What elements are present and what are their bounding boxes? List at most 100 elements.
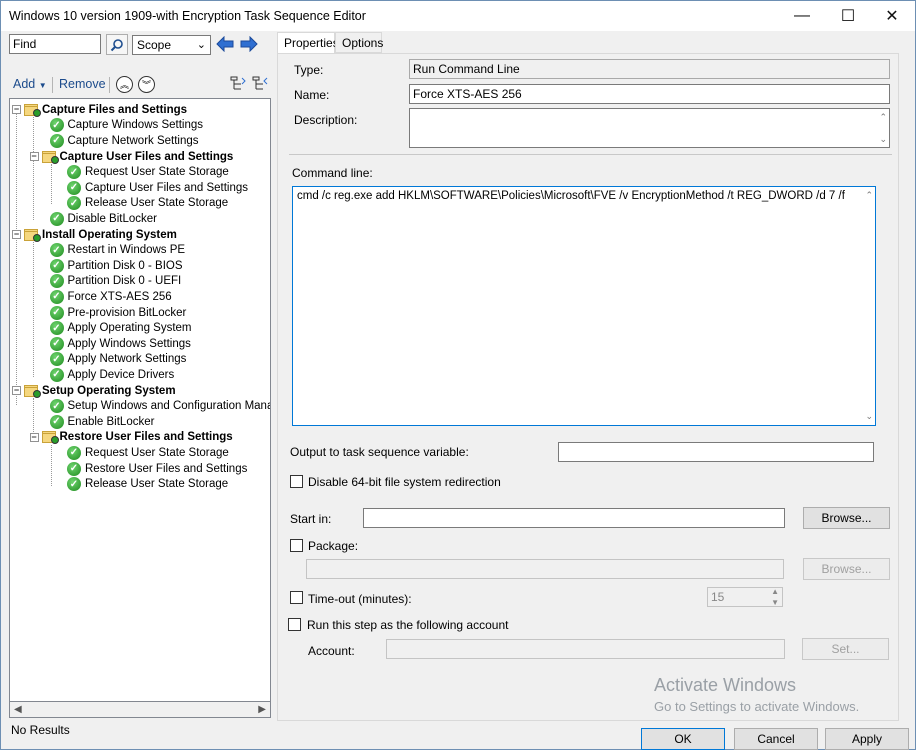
tree-item-label: Request User State Storage [85, 166, 229, 179]
tree-group-item[interactable]: − Restore User Files and Settings [29, 430, 233, 446]
checkmark-icon: ✓ [67, 196, 81, 211]
tab-options[interactable]: Options [335, 32, 383, 53]
tree-item-label: Setup Operating System [42, 384, 176, 397]
tree-step-item[interactable]: ✓ Release User State Storage [67, 476, 228, 492]
tree-step-item[interactable]: ✓ Apply Windows Settings [49, 336, 191, 352]
run-as-account-label: Run this step as the following account [307, 618, 509, 632]
checkmark-icon: ✓ [49, 414, 64, 429]
command-line-field[interactable]: cmd /c reg.exe add HKLM\SOFTWARE\Policie… [292, 186, 876, 426]
dropdown-arrow-icon: ▼ [38, 81, 47, 90]
tree-item-label: Apply Operating System [67, 322, 192, 335]
tree-item-label: Partition Disk 0 - UEFI [67, 275, 182, 288]
checkmark-icon: ✓ [49, 321, 64, 336]
minimize-button[interactable]: — [779, 1, 825, 31]
checkmark-icon: ✓ [67, 180, 81, 195]
account-field [386, 639, 785, 659]
checkmark-icon: ✓ [67, 165, 81, 180]
watermark-title: Activate Windows [654, 675, 797, 695]
tree-step-item[interactable]: ✓ Request User State Storage [67, 164, 229, 180]
run-as-account-checkbox[interactable] [288, 618, 301, 631]
maximize-icon: ☐ [840, 8, 856, 25]
find-input[interactable]: Find [9, 34, 101, 54]
tree-step-item[interactable]: ✓ Capture User Files and Settings [67, 180, 248, 196]
apply-button[interactable]: Apply [825, 728, 909, 750]
collapse-toggle-icon[interactable]: − [12, 105, 21, 115]
tree-step-item[interactable]: ✓ Capture Windows Settings [49, 118, 203, 134]
tree-item-label: Setup Windows and Configuration Manager [67, 400, 271, 413]
move-down-icon: ︾ [141, 80, 151, 90]
arrow-left-icon [216, 36, 234, 52]
tree-group-item[interactable]: − Install Operating System [12, 227, 177, 243]
tree-step-item[interactable]: ✓ Force XTS-AES 256 [49, 289, 172, 305]
collapse-toggle-icon[interactable]: − [12, 386, 21, 396]
package-field [306, 559, 784, 579]
scroll-down-icon[interactable]: ⌄ [865, 411, 873, 422]
activate-windows-watermark: Activate Windows Go to Settings to activ… [654, 675, 859, 714]
tree-step-item[interactable]: ✓ Capture Network Settings [49, 133, 199, 149]
watermark-subtitle: Go to Settings to activate Windows. [654, 699, 860, 714]
tree-horizontal-scrollbar[interactable]: ◀ ▶ [9, 701, 271, 718]
checkmark-icon: ✓ [49, 274, 64, 289]
tree-step-item[interactable]: ✓ Release User State Storage [67, 196, 228, 212]
disable-64bit-label: Disable 64-bit file system redirection [308, 475, 501, 489]
start-in-browse-button[interactable]: Browse... [803, 507, 890, 529]
tree-group-item[interactable]: − Setup Operating System [12, 383, 176, 399]
tree-item-label: Release User State Storage [85, 197, 229, 210]
previous-result-button[interactable] [215, 34, 235, 54]
maximize-button[interactable]: ☐ [825, 1, 871, 31]
tree-step-item[interactable]: ✓ Apply Device Drivers [49, 367, 174, 383]
tree-step-item[interactable]: ✓ Apply Operating System [49, 320, 192, 336]
status-text: No Results [11, 723, 70, 737]
remove-button[interactable]: Remove [59, 77, 106, 91]
close-button[interactable]: ✕ [869, 1, 915, 31]
start-in-field[interactable] [363, 508, 785, 528]
tree-step-item[interactable]: ✓ Restore User Files and Settings [67, 461, 247, 477]
collapse-tree-icon[interactable] [251, 75, 269, 93]
checkmark-icon: ✓ [67, 477, 81, 492]
tree-step-item[interactable]: ✓ Apply Network Settings [49, 352, 186, 368]
collapse-toggle-icon[interactable]: − [29, 152, 39, 162]
folder-icon [41, 431, 59, 445]
name-label: Name: [294, 88, 330, 102]
tree-step-item[interactable]: ✓ Disable BitLocker [49, 211, 157, 227]
name-field[interactable]: Force XTS-AES 256 [409, 84, 890, 104]
scope-dropdown[interactable]: Scope ⌄ [132, 35, 211, 55]
tree-step-item[interactable]: ✓ Pre-provision BitLocker [49, 305, 186, 321]
tree-group-item[interactable]: − Capture Files and Settings [12, 102, 187, 118]
timeout-checkbox[interactable] [290, 591, 303, 604]
expand-tree-icon[interactable] [229, 75, 247, 93]
tree-step-item[interactable]: ✓ Setup Windows and Configuration Manager [49, 398, 271, 414]
scroll-up-icon[interactable]: ⌃ [865, 190, 873, 201]
add-label: Add [13, 77, 36, 91]
disable-64bit-checkbox[interactable] [290, 475, 303, 488]
tree-step-item[interactable]: ✓ Partition Disk 0 - UEFI [49, 274, 182, 290]
tree-step-item[interactable]: ✓ Request User State Storage [67, 445, 229, 461]
tree-step-item[interactable]: ✓ Enable BitLocker [49, 414, 154, 430]
arrow-right-icon [240, 36, 258, 52]
tab-properties[interactable]: Properties [277, 32, 339, 54]
tree-group-item[interactable]: − Capture User Files and Settings [29, 149, 233, 165]
checkmark-icon: ✓ [49, 133, 64, 148]
output-variable-field[interactable] [558, 442, 874, 462]
package-checkbox[interactable] [290, 539, 303, 552]
output-variable-label: Output to task sequence variable: [290, 445, 469, 459]
move-down-button[interactable]: ︾ [138, 76, 155, 93]
scroll-up-icon[interactable]: ⌃ [879, 112, 887, 123]
collapse-toggle-icon[interactable]: − [29, 432, 39, 442]
scroll-down-icon[interactable]: ⌄ [879, 134, 887, 145]
cancel-button[interactable]: Cancel [734, 728, 818, 750]
description-field[interactable]: ⌃ ⌄ [409, 108, 890, 148]
tree-step-item[interactable]: ✓ Partition Disk 0 - BIOS [49, 258, 183, 274]
tree-step-item[interactable]: ✓ Restart in Windows PE [49, 242, 185, 258]
ok-button[interactable]: OK [641, 728, 725, 750]
tree-item-label: Restore User Files and Settings [85, 462, 248, 475]
next-result-button[interactable] [239, 34, 259, 54]
timeout-stepper: 15 ▲ ▼ [707, 587, 783, 607]
search-button[interactable] [106, 34, 128, 55]
set-account-button: Set... [802, 638, 889, 660]
collapse-toggle-icon[interactable]: − [12, 230, 21, 240]
checkmark-icon: ✓ [49, 352, 64, 367]
move-up-button[interactable]: ︽ [116, 76, 133, 93]
add-menu-button[interactable]: Add ▼ [13, 77, 47, 91]
package-browse-button: Browse... [803, 558, 890, 580]
